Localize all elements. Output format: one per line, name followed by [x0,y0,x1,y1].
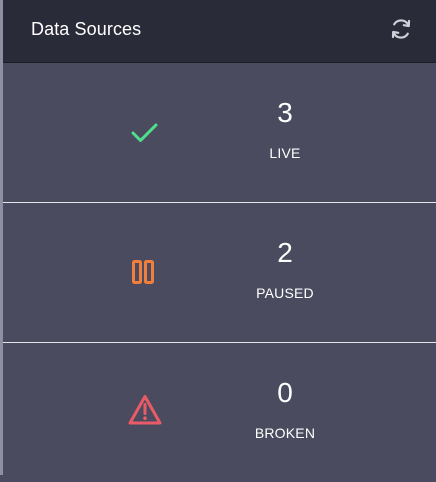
pause-icon [132,260,154,284]
panel-header: Data Sources [3,0,436,63]
stat-row-broken[interactable]: 0 BROKEN [3,343,436,482]
stat-label: LIVE [269,145,301,161]
warning-icon [128,395,162,425]
stat-label: PAUSED [256,285,314,301]
data-sources-panel: Data Sources 3 LIVE 2 PAUSED 0 BROKEN [0,0,436,475]
check-icon [131,123,158,142]
stat-row-live[interactable]: 3 LIVE [3,63,436,203]
stat-row-paused[interactable]: 2 PAUSED [3,203,436,343]
refresh-icon[interactable] [388,16,414,42]
stat-label: BROKEN [254,425,316,441]
stat-count: 0 [277,377,293,408]
stat-count: 3 [277,97,293,128]
stat-count: 2 [277,237,293,268]
panel-title: Data Sources [31,19,142,39]
